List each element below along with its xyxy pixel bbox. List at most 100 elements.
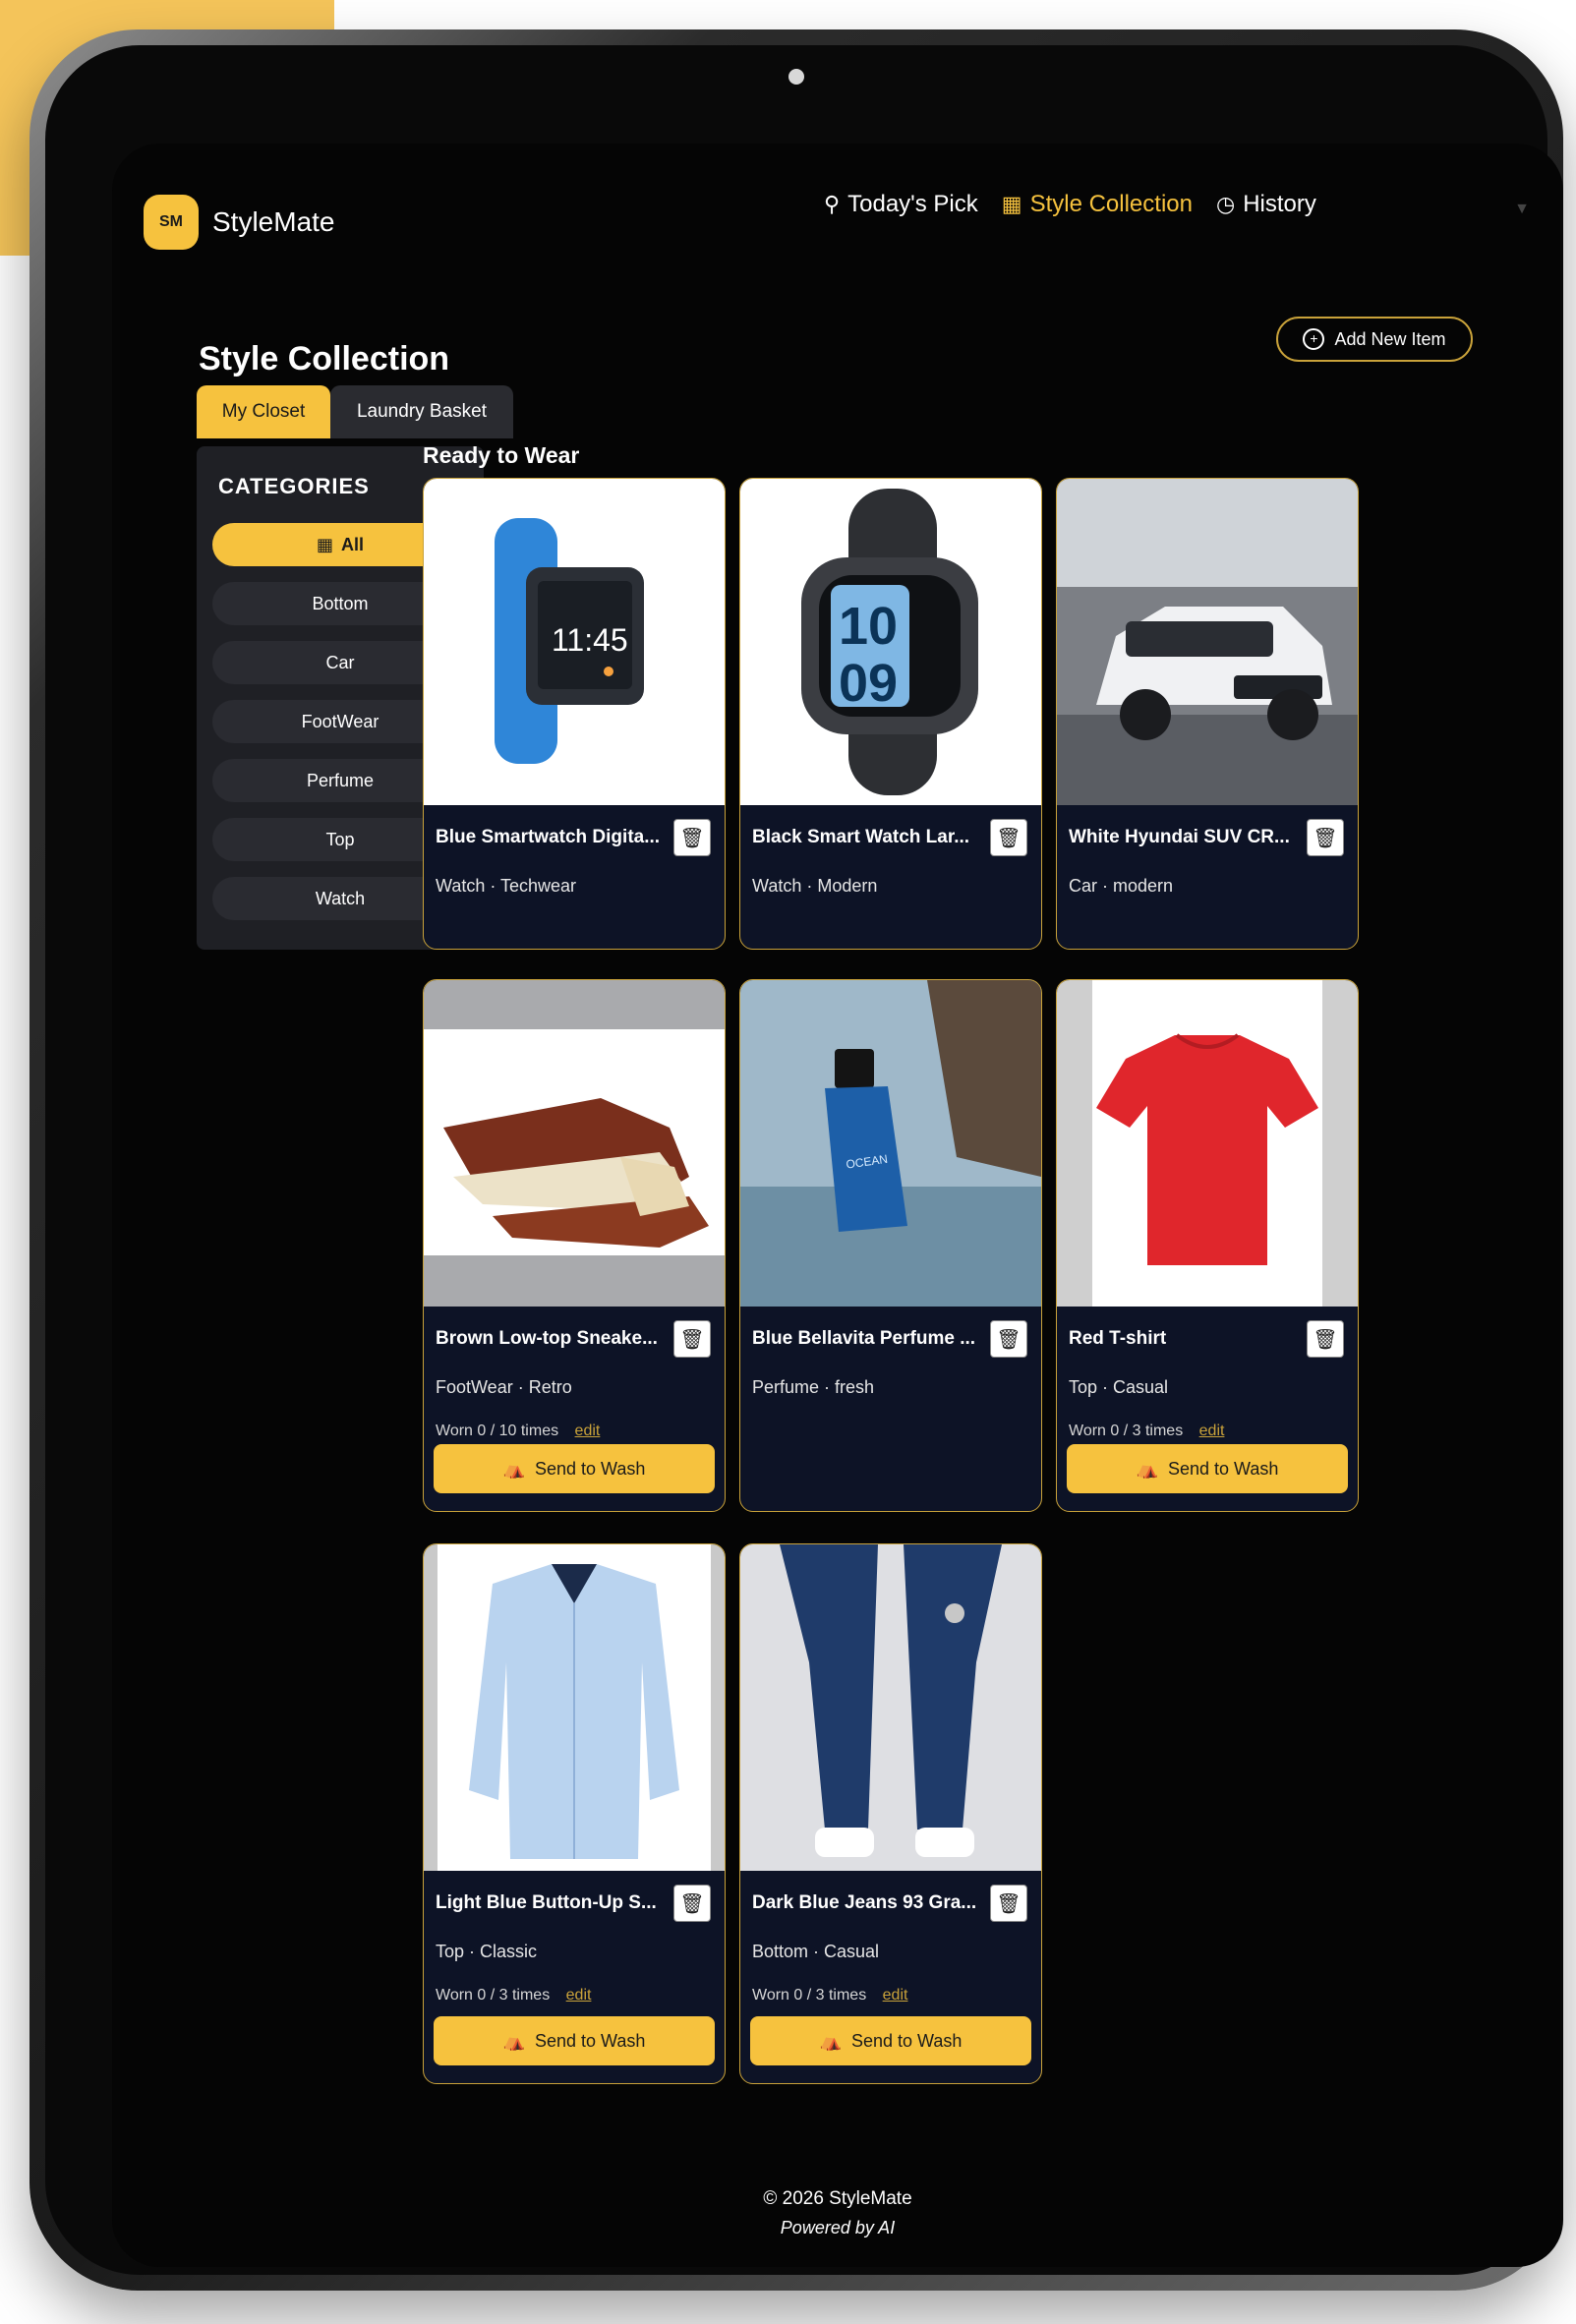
item-name: Blue Bellavita Perfume ... [752, 1328, 976, 1349]
white-suv-image [1057, 479, 1358, 805]
wear-count: Worn 0 / 3 times edit [752, 1987, 907, 2004]
trash-icon: 🗑 [996, 827, 1021, 849]
item-card[interactable]: OCEAN Blue Bellavita Perfume ... 🗑 Perfu… [739, 979, 1042, 1512]
chevron-down-icon[interactable]: ▼ [1514, 201, 1530, 218]
basket-icon: ⛺ [502, 2030, 525, 2051]
grid-icon: ▦ [316, 534, 333, 554]
item-card[interactable]: 10 09 Black Smart Watch Lar... 🗑 Watch ·… [739, 478, 1042, 950]
add-button-label: Add New Item [1334, 328, 1446, 349]
page-title: Style Collection [199, 340, 450, 378]
worn-text: Worn 0 / 3 times [752, 1987, 867, 2004]
card-body: Red T-shirt 🗑 Top · Casual Worn 0 / 3 ti… [1057, 1307, 1358, 1511]
tab-laundry-basket[interactable]: Laundry Basket [330, 385, 513, 438]
wash-label: Send to Wash [851, 2030, 963, 2051]
worn-text: Worn 0 / 3 times [436, 1987, 551, 2004]
card-body: Blue Bellavita Perfume ... 🗑 Perfume · f… [740, 1307, 1041, 1511]
wash-label: Send to Wash [1168, 1458, 1279, 1479]
add-new-item-button[interactable]: + Add New Item [1276, 317, 1473, 362]
item-card[interactable]: Brown Low-top Sneake... 🗑 FootWear · Ret… [423, 979, 726, 1512]
edit-link[interactable]: edit [1199, 1423, 1225, 1439]
item-card[interactable]: Red T-shirt 🗑 Top · Casual Worn 0 / 3 ti… [1056, 979, 1359, 1512]
send-to-wash-button[interactable]: ⛺ Send to Wash [434, 1444, 715, 1493]
nav-label: Style Collection [1029, 191, 1193, 217]
item-meta: Top · Casual [1069, 1377, 1169, 1397]
trash-icon: 🗑 [996, 1892, 1021, 1915]
tab-my-closet[interactable]: My Closet [197, 385, 330, 438]
delete-button[interactable]: 🗑 [990, 1885, 1027, 1922]
card-body: Brown Low-top Sneake... 🗑 FootWear · Ret… [424, 1307, 725, 1511]
worn-text: Worn 0 / 3 times [1069, 1423, 1184, 1439]
delete-button[interactable]: 🗑 [1307, 1320, 1344, 1358]
item-meta: FootWear · Retro [436, 1377, 572, 1397]
nav-style-collection[interactable]: ▦ Style Collection [1002, 191, 1193, 218]
card-body: Blue Smartwatch Digita... 🗑 Watch · Tech… [424, 805, 725, 949]
wash-label: Send to Wash [535, 2030, 646, 2051]
card-body: White Hyundai SUV CR... 🗑 Car · modern [1057, 805, 1358, 949]
trash-icon: 🗑 [1313, 1328, 1338, 1351]
trash-icon: 🗑 [679, 1892, 705, 1915]
item-name: Light Blue Button-Up S... [436, 1892, 657, 1913]
footer-powered-by: Powered by AI [780, 2218, 896, 2237]
svg-text:11:45: 11:45 [552, 622, 628, 658]
light-blue-shirt-image [424, 1544, 725, 1871]
card-body: Dark Blue Jeans 93 Gra... 🗑 Bottom · Cas… [740, 1871, 1041, 2083]
delete-button[interactable]: 🗑 [673, 1320, 711, 1358]
brown-sneaker-image [424, 980, 725, 1307]
send-to-wash-button[interactable]: ⛺ Send to Wash [750, 2016, 1031, 2065]
item-card[interactable]: Light Blue Button-Up S... 🗑 Top · Classi… [423, 1543, 726, 2084]
red-tshirt-image [1057, 980, 1358, 1307]
app-logo[interactable]: SM StyleMate [144, 195, 335, 250]
perfume-bottle-image: OCEAN [740, 980, 1041, 1307]
clock-icon: ◷ [1215, 192, 1236, 216]
item-card[interactable]: 11:45 Blue Smartwatch Digita... 🗑 Watch … [423, 478, 726, 950]
item-name: Red T-shirt [1069, 1328, 1167, 1349]
edit-link[interactable]: edit [566, 1987, 592, 2004]
trash-icon: 🗑 [679, 1328, 705, 1351]
item-card[interactable]: White Hyundai SUV CR... 🗑 Car · modern [1056, 478, 1359, 950]
section-heading: Ready to Wear [423, 442, 580, 468]
app-screen: SM StyleMate ⚲ Today's Pick ▦ Style Coll… [112, 144, 1563, 2267]
item-meta: Top · Classic [436, 1942, 538, 1961]
wear-count: Worn 0 / 10 times edit [436, 1423, 600, 1440]
item-meta: Perfume · fresh [752, 1377, 875, 1397]
delete-button[interactable]: 🗑 [990, 819, 1027, 856]
delete-button[interactable]: 🗑 [673, 819, 711, 856]
svg-text:09: 09 [839, 654, 898, 713]
card-body: Light Blue Button-Up S... 🗑 Top · Classi… [424, 1871, 725, 2083]
categories-heading: CATEGORIES [218, 474, 370, 498]
card-body: Black Smart Watch Lar... 🗑 Watch · Moder… [740, 805, 1041, 949]
delete-button[interactable]: 🗑 [990, 1320, 1027, 1358]
wash-label: Send to Wash [535, 1458, 646, 1479]
top-navigation: ⚲ Today's Pick ▦ Style Collection ◷ Hist… [824, 191, 1316, 218]
item-name: Dark Blue Jeans 93 Gra... [752, 1892, 977, 1913]
basket-icon: ⛺ [502, 1458, 525, 1479]
item-meta: Watch · Modern [752, 876, 878, 896]
wand-icon: ⚲ [824, 192, 841, 216]
app-header: SM StyleMate ⚲ Today's Pick ▦ Style Coll… [112, 144, 1563, 281]
grid-icon: ▦ [1001, 192, 1022, 216]
item-meta: Watch · Techwear [436, 876, 577, 896]
edit-link[interactable]: edit [575, 1423, 601, 1439]
item-card[interactable]: Dark Blue Jeans 93 Gra... 🗑 Bottom · Cas… [739, 1543, 1042, 2084]
blue-smartwatch-image: 11:45 [424, 479, 725, 805]
item-name: Black Smart Watch Lar... [752, 827, 970, 847]
wear-count: Worn 0 / 3 times edit [1069, 1423, 1224, 1440]
camera-icon [788, 69, 804, 85]
wear-count: Worn 0 / 3 times edit [436, 1987, 591, 2004]
item-name: White Hyundai SUV CR... [1069, 827, 1290, 847]
nav-history[interactable]: ◷ History [1216, 191, 1316, 218]
page-footer: © 2026 StyleMate Powered by AI [112, 2188, 1563, 2238]
trash-icon: 🗑 [996, 1328, 1021, 1351]
nav-label: History [1243, 191, 1316, 217]
basket-icon: ⛺ [1136, 1458, 1158, 1479]
nav-todays-pick[interactable]: ⚲ Today's Pick [824, 191, 978, 218]
tablet-frame: SM StyleMate ⚲ Today's Pick ▦ Style Coll… [29, 29, 1563, 2291]
item-name: Blue Smartwatch Digita... [436, 827, 661, 847]
send-to-wash-button[interactable]: ⛺ Send to Wash [434, 2016, 715, 2065]
logo-badge: SM [144, 195, 199, 250]
edit-link[interactable]: edit [883, 1987, 908, 2004]
delete-button[interactable]: 🗑 [673, 1885, 711, 1922]
app-title: StyleMate [212, 206, 335, 237]
delete-button[interactable]: 🗑 [1307, 819, 1344, 856]
send-to-wash-button[interactable]: ⛺ Send to Wash [1067, 1444, 1348, 1493]
